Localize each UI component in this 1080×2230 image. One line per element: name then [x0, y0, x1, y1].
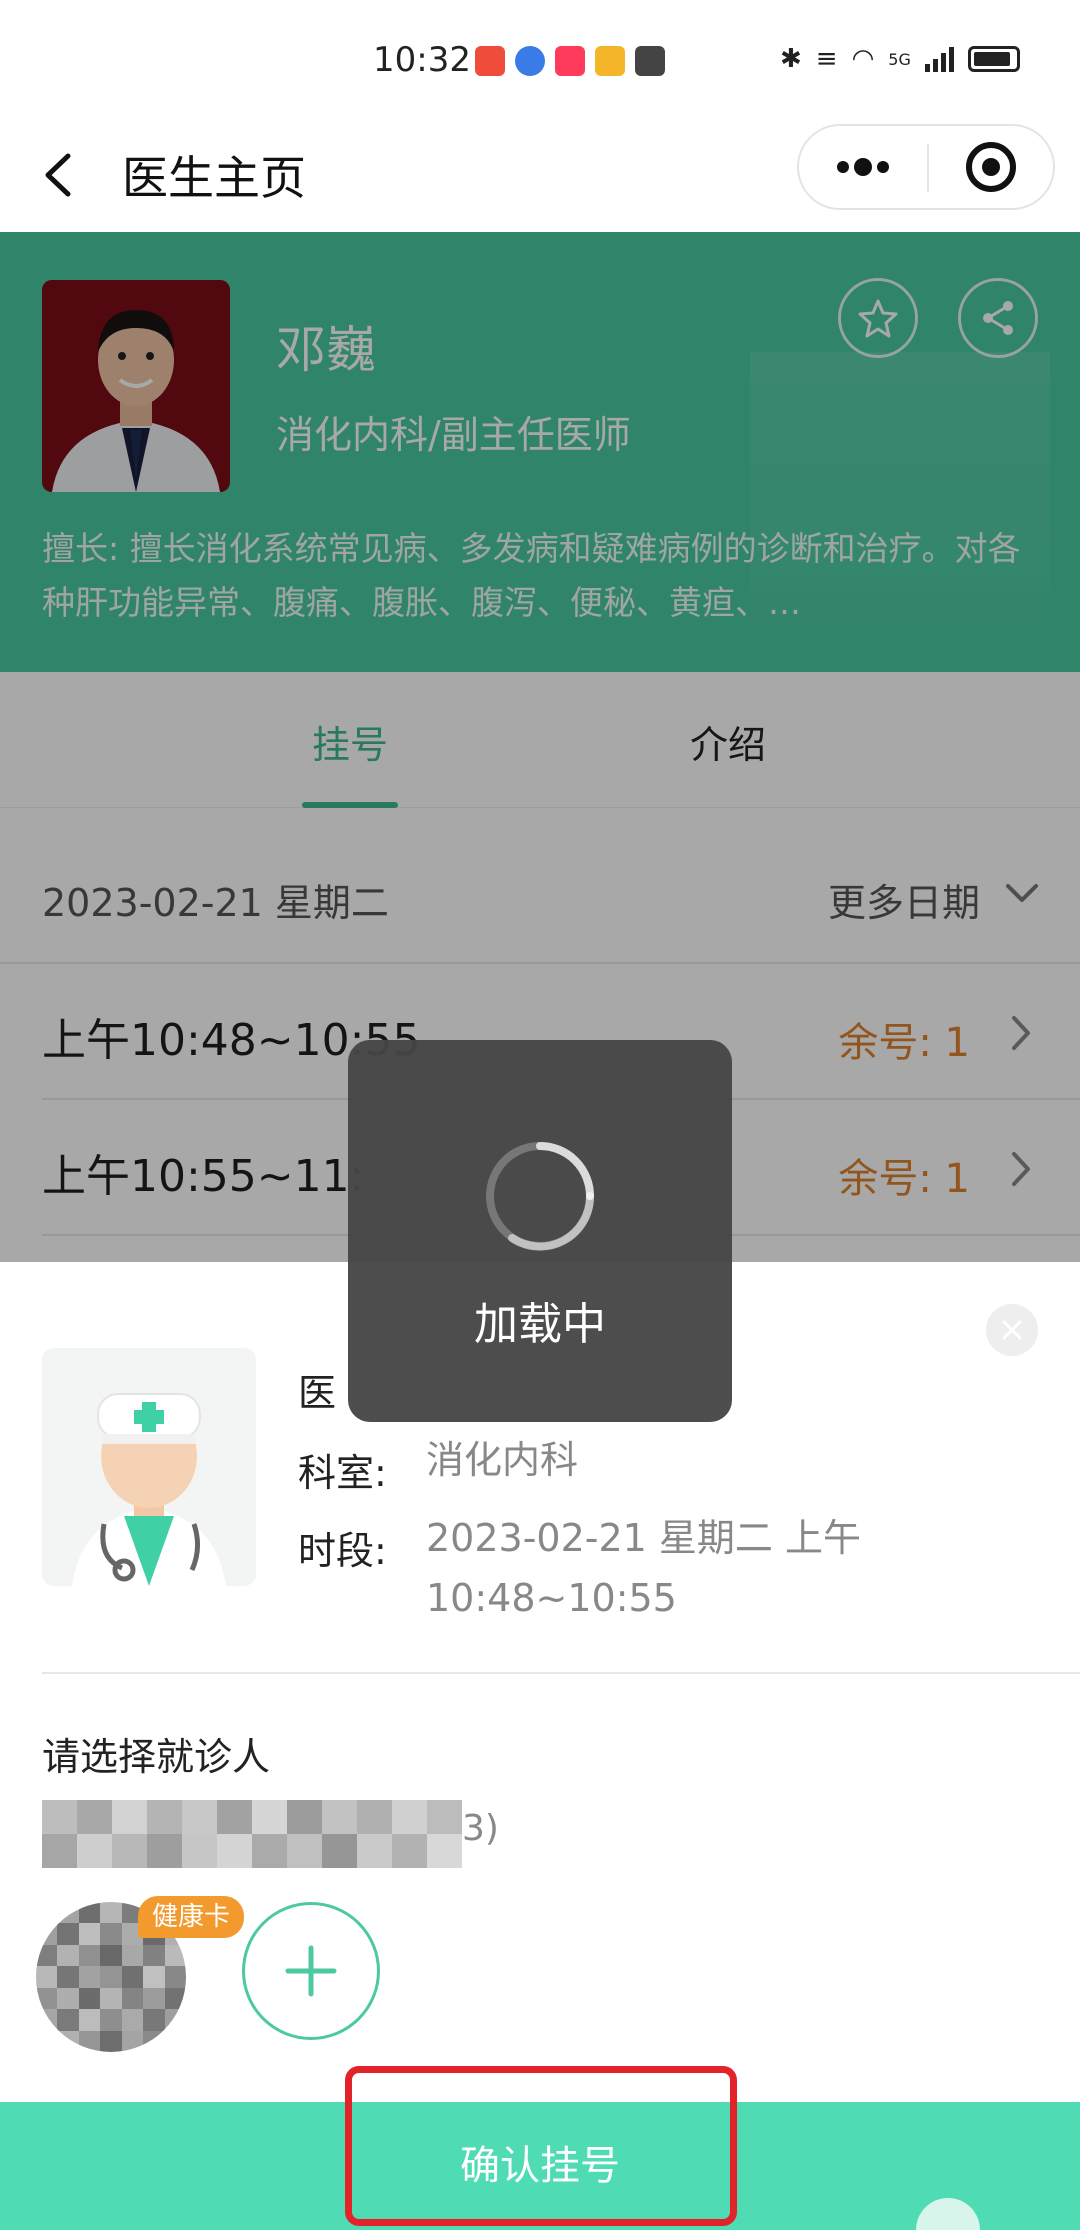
more-button[interactable] — [799, 126, 927, 208]
doctor-homepage: 10:32 ✱ ≡ ◠ 5G 医生主页 邓巍 消化内科/副主任医师 擅长: 擅长… — [0, 0, 1080, 2230]
plus-icon — [285, 1945, 337, 1997]
department-value: 消化内科 — [426, 1438, 579, 1482]
nav-bar: 医生主页 — [0, 120, 1080, 232]
doctor-label: 医 — [298, 1371, 337, 1415]
weibo-icon — [595, 46, 625, 76]
patient-name-suffix: 3) — [462, 1808, 499, 1849]
back-button[interactable] — [30, 140, 90, 210]
highlight-annotation — [345, 2066, 737, 2226]
department-label: 科室: — [298, 1451, 387, 1495]
page-title: 医生主页 — [122, 151, 306, 205]
back-arrow-icon — [45, 153, 71, 197]
notification-icons — [475, 46, 665, 76]
status-indicators: ✱ ≡ ◠ 5G — [780, 44, 1020, 74]
more-dots-icon — [837, 158, 889, 176]
battery-icon — [967, 46, 1020, 72]
period-value-line1: 2023-02-21 星期二 上午 — [426, 1516, 861, 1560]
vibrate-icon: ≡ — [815, 44, 838, 74]
period-value-line2: 10:48~10:55 — [426, 1576, 677, 1620]
network-label: 5G — [888, 49, 911, 69]
signal-icon — [924, 46, 954, 72]
close-button[interactable] — [986, 1304, 1038, 1356]
status-time: 10:32 — [373, 40, 471, 80]
doctor-cartoon-icon — [42, 1348, 256, 1586]
bluetooth-icon: ✱ — [780, 44, 802, 74]
status-bar: 10:32 ✱ ≡ ◠ 5G — [0, 0, 1080, 120]
close-icon — [1002, 1320, 1022, 1340]
health-card-badge: 健康卡 — [138, 1896, 245, 1938]
app-notification-icon — [515, 46, 545, 76]
loading-text: 加载中 — [474, 1299, 606, 1350]
add-patient-button[interactable] — [242, 1902, 380, 2040]
spinner-icon — [486, 1142, 595, 1251]
upload-icon — [635, 46, 665, 76]
blurred-patient-name — [42, 1800, 462, 1868]
close-mini-program-button[interactable] — [929, 126, 1053, 208]
mini-program-capsule — [797, 124, 1055, 210]
app-notification-icon — [555, 46, 585, 76]
sheet-divider — [42, 1672, 1080, 1674]
app-notification-icon — [475, 46, 505, 76]
select-patient-label: 请选择就诊人 — [42, 1735, 271, 1779]
close-target-icon — [966, 142, 1016, 192]
wifi-icon: ◠ — [851, 44, 875, 74]
patient-name: 3) — [42, 1796, 502, 1868]
doctor-avatar — [42, 1348, 256, 1586]
period-label: 时段: — [298, 1529, 387, 1573]
loading-toast: 加载中 — [348, 1040, 732, 1422]
